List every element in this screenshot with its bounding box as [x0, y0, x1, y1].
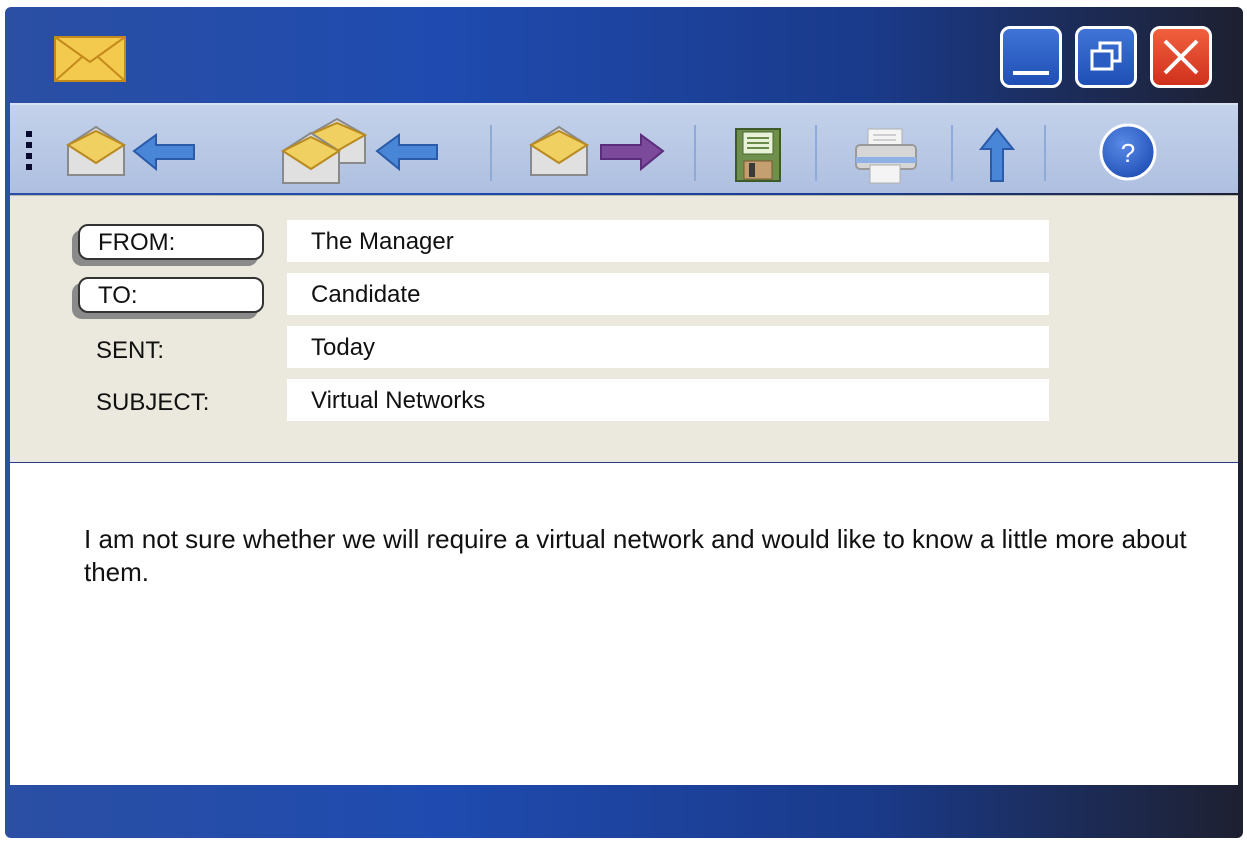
- toolbar-separator: [694, 125, 696, 181]
- from-button[interactable]: FROM:: [78, 224, 264, 260]
- reply-all-icon: [280, 117, 438, 184]
- print-button[interactable]: [848, 105, 924, 195]
- forward-icon: [528, 125, 665, 176]
- reply-all-button[interactable]: [275, 105, 455, 195]
- print-icon: [855, 128, 917, 184]
- help-icon: ?: [1099, 123, 1157, 181]
- minimize-icon: [1013, 71, 1049, 75]
- mail-window: ? FROM: The Manager TO: Candidate SENT: …: [5, 7, 1243, 838]
- subject-field[interactable]: Virtual Networks: [287, 379, 1049, 421]
- sent-field: Today: [287, 326, 1049, 368]
- close-button[interactable]: [1150, 26, 1212, 88]
- message-body-text: I am not sure whether we will require a …: [84, 524, 1187, 587]
- toolbar: ?: [10, 103, 1238, 193]
- save-icon: [735, 128, 781, 182]
- to-button[interactable]: TO:: [78, 277, 264, 313]
- help-button[interactable]: ?: [1098, 105, 1158, 195]
- save-button[interactable]: [728, 105, 788, 195]
- up-arrow-icon: [978, 127, 1016, 182]
- toolbar-grip-icon[interactable]: [26, 131, 32, 171]
- reply-icon: [65, 125, 195, 176]
- minimize-button[interactable]: [1000, 26, 1062, 88]
- reply-button[interactable]: [60, 105, 210, 195]
- forward-button[interactable]: [525, 105, 675, 195]
- envelope-icon: [54, 36, 126, 82]
- close-icon: [1163, 39, 1199, 75]
- from-field[interactable]: The Manager: [287, 220, 1049, 262]
- toolbar-separator: [815, 125, 817, 181]
- toolbar-separator: [951, 125, 953, 181]
- to-value: Candidate: [311, 281, 421, 308]
- message-body[interactable]: I am not sure whether we will require a …: [10, 463, 1238, 785]
- message-header: FROM: The Manager TO: Candidate SENT: To…: [10, 195, 1238, 463]
- restore-button[interactable]: [1075, 26, 1137, 88]
- subject-value: Virtual Networks: [311, 387, 486, 414]
- toolbar-separator: [490, 125, 492, 181]
- to-label: TO:: [98, 282, 138, 309]
- svg-text:?: ?: [1121, 138, 1135, 168]
- status-bar: [5, 786, 1243, 838]
- from-value: The Manager: [311, 228, 454, 255]
- subject-label: SUBJECT:: [96, 389, 210, 416]
- from-label: FROM:: [98, 229, 176, 256]
- sent-value: Today: [311, 334, 376, 361]
- sent-label: SENT:: [96, 337, 165, 364]
- title-bar: [5, 7, 1243, 103]
- toolbar-separator: [1044, 125, 1046, 181]
- restore-icon: [1090, 41, 1122, 71]
- up-button[interactable]: [972, 105, 1022, 195]
- to-field[interactable]: Candidate: [287, 273, 1049, 315]
